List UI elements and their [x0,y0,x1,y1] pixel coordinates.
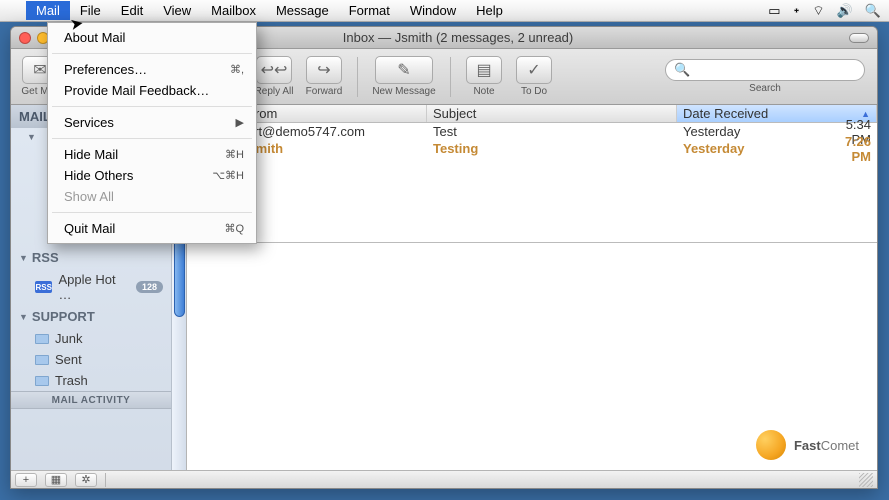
rss-header[interactable]: ▼RSS [11,246,171,269]
comet-icon [756,430,786,460]
menu-about-mail[interactable]: About Mail [48,27,256,48]
menu-view[interactable]: View [153,1,201,20]
message-row[interactable]: Smith Testing Yesterday 7:26 PM [187,140,877,157]
menu-mailbox[interactable]: Mailbox [201,1,266,20]
message-area: From Subject Date Received▲ ort@demo5747… [187,105,877,470]
submenu-arrow-icon: ▶ [236,116,244,129]
volume-icon[interactable]: 🔊 [837,3,853,19]
col-subject[interactable]: Subject [427,105,677,122]
folder-icon [35,355,49,365]
fastcomet-logo: FastComet [756,430,859,460]
menu-preferences[interactable]: Preferences…⌘, [48,59,256,80]
menu-services[interactable]: Services▶ [48,112,256,133]
folder-icon [35,376,49,386]
menu-feedback[interactable]: Provide Mail Feedback… [48,80,256,101]
menu-edit[interactable]: Edit [111,1,153,20]
menu-file[interactable]: File [70,1,111,20]
bluetooth-icon[interactable]: ᛭ [793,3,801,18]
column-headers: From Subject Date Received▲ [187,105,877,123]
folder-icon [35,334,49,344]
menu-hide-others[interactable]: Hide Others⌥⌘H [48,165,256,186]
message-row[interactable]: ort@demo5747.com Test Yesterday 5:34 PM [187,123,877,140]
rss-icon: RSS [35,281,52,293]
menu-window[interactable]: Window [400,1,466,20]
battery-icon[interactable]: ▭ [768,3,780,19]
preview-pane: FastComet [187,243,877,470]
rss-count-badge: 128 [136,281,163,293]
disclosure-icon: ▼ [19,253,28,263]
todo-button[interactable]: ✓To Do [511,56,557,97]
menu-quit-mail[interactable]: Quit Mail⌘Q [48,218,256,239]
note-button[interactable]: ▤Note [461,56,507,97]
forward-button[interactable]: ↪︎Forward [301,56,347,97]
spotlight-icon[interactable]: 🔍 [865,3,881,19]
search-label: Search [749,83,781,94]
search-input[interactable]: 🔍 [665,59,865,81]
resize-grip[interactable] [859,473,873,487]
reply-all-button[interactable]: ↩︎↩︎Reply All [251,56,297,97]
menu-show-all: Show All [48,186,256,207]
disclosure-icon: ▼ [27,132,36,142]
statusbar: + ▦ ✲ [11,470,877,488]
search-icon: 🔍 [674,62,690,78]
mail-activity-header[interactable]: MAIL ACTIVITY [11,391,171,409]
menubar: Mail File Edit View Mailbox Message Form… [0,0,889,22]
sidebar-item-junk[interactable]: Junk [11,328,171,349]
message-list[interactable]: ort@demo5747.com Test Yesterday 5:34 PM … [187,123,877,243]
sidebar-item-trash[interactable]: Trash [11,370,171,391]
menu-hide-mail[interactable]: Hide Mail⌘H [48,144,256,165]
menubar-extras: ▭ ᛭ ⌔ 🔊 🔍 [768,3,881,19]
action-menu-button[interactable]: ✲ [75,473,97,487]
menu-format[interactable]: Format [339,1,400,20]
menu-mail[interactable]: Mail [26,1,70,20]
support-header[interactable]: ▼SUPPORT [11,305,171,328]
sidebar-item-sent[interactable]: Sent [11,349,171,370]
new-message-button[interactable]: ✎New Message [368,56,440,97]
toolbar-toggle[interactable] [849,33,869,43]
add-mailbox-button[interactable]: + [15,473,37,487]
sidebar-item-rss[interactable]: RSSApple Hot …128 [11,269,171,305]
menu-help[interactable]: Help [466,1,513,20]
mail-menu-dropdown: About Mail Preferences…⌘, Provide Mail F… [47,22,257,244]
wifi-icon[interactable]: ⌔ [812,3,824,19]
view-switch-button[interactable]: ▦ [45,473,67,487]
close-button[interactable] [19,32,31,44]
menu-message[interactable]: Message [266,1,339,20]
disclosure-icon: ▼ [19,312,28,322]
